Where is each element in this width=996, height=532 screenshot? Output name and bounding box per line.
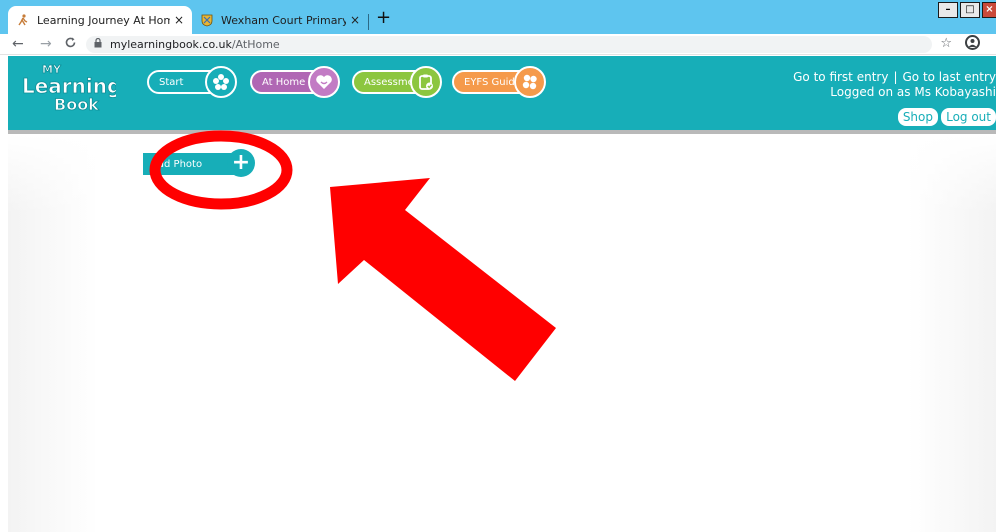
flower-icon <box>205 66 237 98</box>
browser-toolbar: ← → mylearningbook.co.uk/AtHome ☆ <box>0 34 996 55</box>
browser-tab-strip: Learning Journey At Home × Wexham Court … <box>0 0 996 34</box>
tab-title: Wexham Court Primary - Home <box>221 13 346 27</box>
clipboard-check-icon <box>410 66 442 98</box>
bookmark-star-icon[interactable]: ☆ <box>940 36 952 51</box>
runner-icon <box>16 13 30 27</box>
entry-links: Go to first entry | Go to last entry <box>793 70 996 85</box>
lock-icon <box>94 37 102 51</box>
site-header: MY Learning Book Start At Home Assessmen… <box>8 56 996 130</box>
shop-button[interactable]: Shop <box>897 108 938 126</box>
tab-title: Learning Journey At Home <box>37 13 170 27</box>
minimize-button[interactable]: – <box>938 2 958 18</box>
tab-close-icon[interactable]: × <box>350 13 360 27</box>
school-crest-icon <box>200 13 214 27</box>
add-photo-button[interactable]: Add Photo + <box>143 149 255 177</box>
browser-tab[interactable]: Wexham Court Primary - Home × <box>192 6 368 34</box>
heart-icon <box>308 66 340 98</box>
link-separator: | <box>893 70 898 84</box>
new-tab-button[interactable]: + <box>376 8 391 28</box>
nav-label: Start <box>159 76 184 88</box>
my-learning-book-logo[interactable]: MY Learning Book <box>18 60 122 115</box>
nav-label: At Home <box>262 76 306 88</box>
browser-tab-active[interactable]: Learning Journey At Home × <box>8 6 192 34</box>
last-entry-link[interactable]: Go to last entry <box>902 70 996 84</box>
account-icon[interactable] <box>965 35 980 50</box>
add-photo-label: Add Photo <box>151 158 203 170</box>
cluster-icon <box>514 66 546 98</box>
tab-close-icon[interactable]: × <box>174 13 184 27</box>
nav-assessments-button[interactable]: Assessments <box>352 66 442 98</box>
logged-on-user: Logged on as Ms Kobayashi <box>830 85 996 99</box>
close-window-button[interactable]: × <box>982 2 996 18</box>
forward-arrow-icon[interactable]: → <box>40 36 52 52</box>
main-content <box>8 134 996 532</box>
url-path: /AtHome <box>231 38 280 51</box>
address-bar[interactable]: mylearningbook.co.uk/AtHome <box>86 36 932 53</box>
nav-start-button[interactable]: Start <box>147 66 237 98</box>
svg-text:Book: Book <box>54 95 99 114</box>
window-controls: – □ × <box>938 2 996 18</box>
nav-label: EYFS Guide <box>464 76 521 88</box>
url-host: mylearningbook.co.uk <box>110 38 232 51</box>
reload-icon[interactable] <box>64 36 77 53</box>
back-arrow-icon[interactable]: ← <box>12 36 24 52</box>
log-out-button[interactable]: Log out <box>941 108 996 126</box>
nav-at-home-button[interactable]: At Home <box>250 66 340 98</box>
maximize-button[interactable]: □ <box>960 2 980 18</box>
first-entry-link[interactable]: Go to first entry <box>793 70 888 84</box>
nav-eyfs-guide-button[interactable]: EYFS Guide <box>452 66 546 98</box>
plus-icon: + <box>227 149 255 177</box>
tab-separator <box>368 14 369 30</box>
header-account-area: Go to first entry | Go to last entry Logge… <box>793 70 996 100</box>
